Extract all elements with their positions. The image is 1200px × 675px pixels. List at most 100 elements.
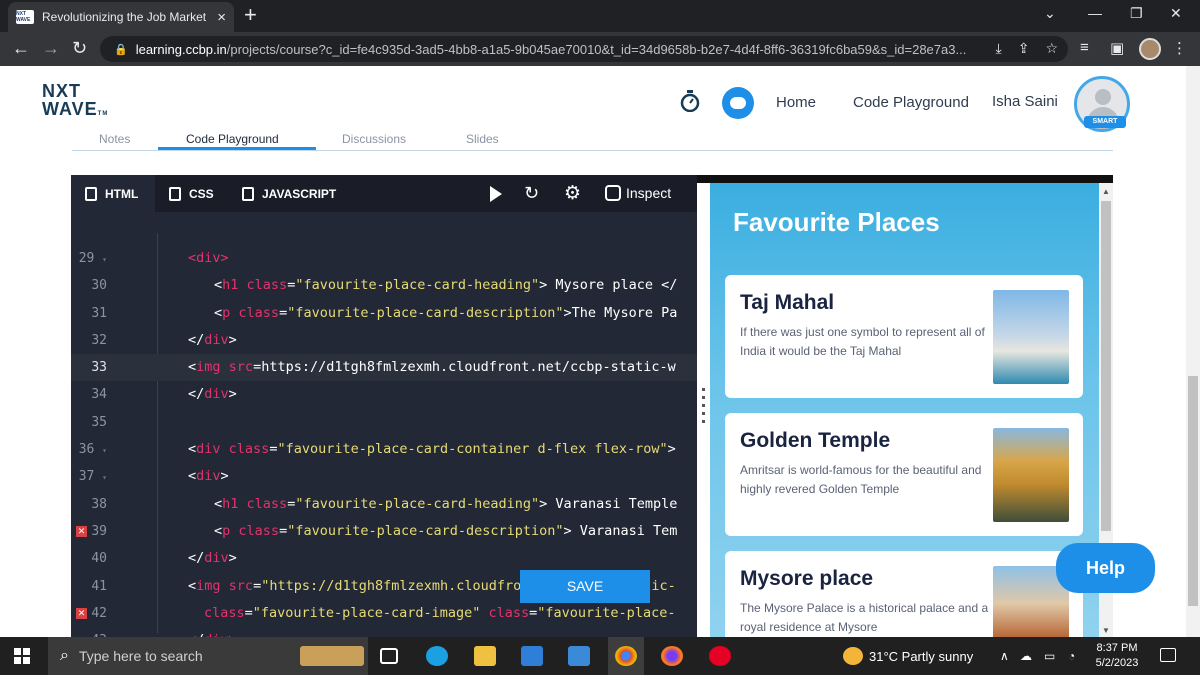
address-bar[interactable]: 🔒 learning.ccbp.in/projects/course?c_id=… [100,36,1068,62]
pinterest-icon[interactable] [709,646,731,666]
smart-badge: SMART [1084,116,1126,128]
course-subtabs: Notes Code Playground Discussions Slides [0,132,1200,174]
tab-close-icon[interactable]: × [217,9,226,26]
inspect-checkbox[interactable] [605,185,621,201]
preview-heading: Favourite Places [733,207,940,237]
partly-sunny-icon [843,647,863,665]
discussion-chat-icon[interactable] [722,87,754,119]
microsoft-store-icon[interactable] [521,646,543,666]
stopwatch-icon[interactable] [680,90,700,112]
notification-icon[interactable] [1160,648,1176,662]
search-icon: ⌕ [60,647,69,664]
tab-javascript[interactable]: JAVASCRIPT [242,175,336,212]
restore-icon[interactable]: ❐ [1130,5,1143,22]
browser-tab-strip: NXT WAVE Revolutionizing the Job Market … [0,0,1200,32]
weather-widget[interactable]: 31°C Partly sunny [843,647,973,665]
lock-icon: 🔒 [114,43,128,56]
code-line: 37 ▾ <div> [78,468,229,485]
place-card: Taj Mahal If there was just one symbol t… [725,275,1083,398]
code-line: 38 <h1 class="favourite-place-card-headin… [91,495,678,512]
file-explorer-icon[interactable] [474,646,496,666]
tab-notes[interactable]: Notes [99,132,130,146]
share-icon[interactable]: ⇪ [1018,40,1030,57]
firefox-icon[interactable] [661,646,683,666]
code-line-error: ✕ 42 class="favourite-place-card-image" cl… [76,604,676,621]
code-line: 40 </div> [91,550,237,567]
card-description: The Mysore Palace is a historical palace… [740,601,989,634]
code-line-error: ✕ 39 <p class="favourite-place-card-descri… [76,522,678,539]
tab-html[interactable]: HTML [71,175,155,212]
nxtwave-logo[interactable]: NXT WAVETM [42,82,108,123]
chrome-icon[interactable] [615,646,637,666]
subtab-divider [72,150,1113,151]
card-description: Amritsar is world-famous for the beautif… [740,463,982,496]
back-icon[interactable]: ← [12,38,30,58]
show-hidden-icons-icon[interactable]: ∧ [1000,649,1009,663]
side-panel-icon[interactable]: ▣ [1110,39,1124,57]
system-clock[interactable]: 8:37 PM 5/2/2023 [1086,641,1148,671]
windows-taskbar: ⌕ Type here to search 31°C Partly sunny … [0,637,1200,675]
css3-icon [169,186,181,201]
card-title: Mysore place [740,567,874,590]
scrollbar-thumb[interactable] [1101,201,1111,531]
edge-icon[interactable] [426,646,448,666]
code-line: 30 <h1 class="favourite-place-card-headin… [91,277,678,294]
nav-code-playground[interactable]: Code Playground [853,94,969,111]
output-preview: Favourite Places Taj Mahal If there was … [710,183,1099,637]
install-icon[interactable]: ⤓ [996,40,1002,57]
task-view-icon[interactable] [380,648,398,664]
scroll-up-icon[interactable]: ▲ [1102,187,1110,196]
golden-temple-image [993,428,1069,522]
code-line: 36 ▾ <div class="favourite-place-card-con… [78,441,676,458]
page-scrollbar[interactable] [1186,66,1200,637]
nxtwave-favicon-icon: NXT WAVE [16,10,34,24]
tab-search-icon[interactable]: ⌄ [1044,5,1056,22]
help-button[interactable]: Help [1056,543,1155,593]
browser-tab[interactable]: NXT WAVE Revolutionizing the Job Market … [8,2,234,32]
settings-gear-icon[interactable]: ⚙ [564,182,581,205]
windows-start-icon[interactable] [14,648,30,664]
search-highlight-image [300,646,364,666]
minimize-icon[interactable]: — [1088,5,1102,21]
url-text: learning.ccbp.in/projects/course?c_id=fe… [135,41,967,57]
profile-avatar[interactable] [1139,38,1161,60]
bookmark-star-icon[interactable]: ☆ [1045,40,1058,57]
editor-toolbar: HTML CSS JAVASCRIPT ↻ ⚙ Inspect [71,175,697,212]
tab-discussions[interactable]: Discussions [342,132,406,146]
media-icon[interactable]: ≡ [1080,39,1089,56]
run-play-icon[interactable] [490,186,502,202]
card-description: If there was just one symbol to represen… [740,325,985,358]
resize-handle-icon[interactable] [702,388,705,424]
new-tab-icon[interactable]: + [244,4,257,26]
network-icon[interactable]: ◔ [1068,649,1075,663]
user-name[interactable]: Isha Saini [992,93,1058,110]
menu-icon[interactable]: ⋮ [1172,39,1187,57]
place-card: Golden Temple Amritsar is world-famous f… [725,413,1083,536]
code-editor: HTML CSS JAVASCRIPT ↻ ⚙ Inspect 29 ▾ <div… [71,175,697,637]
scroll-down-icon[interactable]: ▼ [1102,626,1110,635]
reset-icon[interactable]: ↻ [524,183,539,204]
preview-top-bar [697,175,1113,183]
inspect-toggle[interactable]: Inspect [605,185,671,201]
code-line: 29 ▾ <div> [78,250,229,266]
reload-icon[interactable]: ↻ [72,38,87,58]
place-card: Mysore place The Mysore Palace is a hist… [725,551,1083,637]
active-tab-indicator [158,147,316,150]
close-window-icon[interactable]: ✕ [1170,5,1182,22]
nav-home[interactable]: Home [776,94,816,111]
code-line: 43</div> [71,627,697,637]
page-scrollbar-thumb[interactable] [1188,376,1198,606]
cloud-icon[interactable]: ☁ [1020,649,1032,663]
tab-code-playground[interactable]: Code Playground [186,132,279,146]
code-line: 31 <p class="favourite-place-card-descrip… [91,304,678,321]
mail-icon[interactable] [568,646,590,666]
battery-icon[interactable]: ▭ [1044,649,1055,663]
forward-icon[interactable]: → [42,38,60,58]
code-line: 35 [91,414,107,430]
tab-slides[interactable]: Slides [466,132,499,146]
tab-css[interactable]: CSS [169,175,214,212]
code-line: 32 </div> [91,331,237,348]
code-line: 34 </div> [91,386,237,403]
save-button[interactable]: SAVE [520,570,650,603]
html5-icon [85,186,97,201]
